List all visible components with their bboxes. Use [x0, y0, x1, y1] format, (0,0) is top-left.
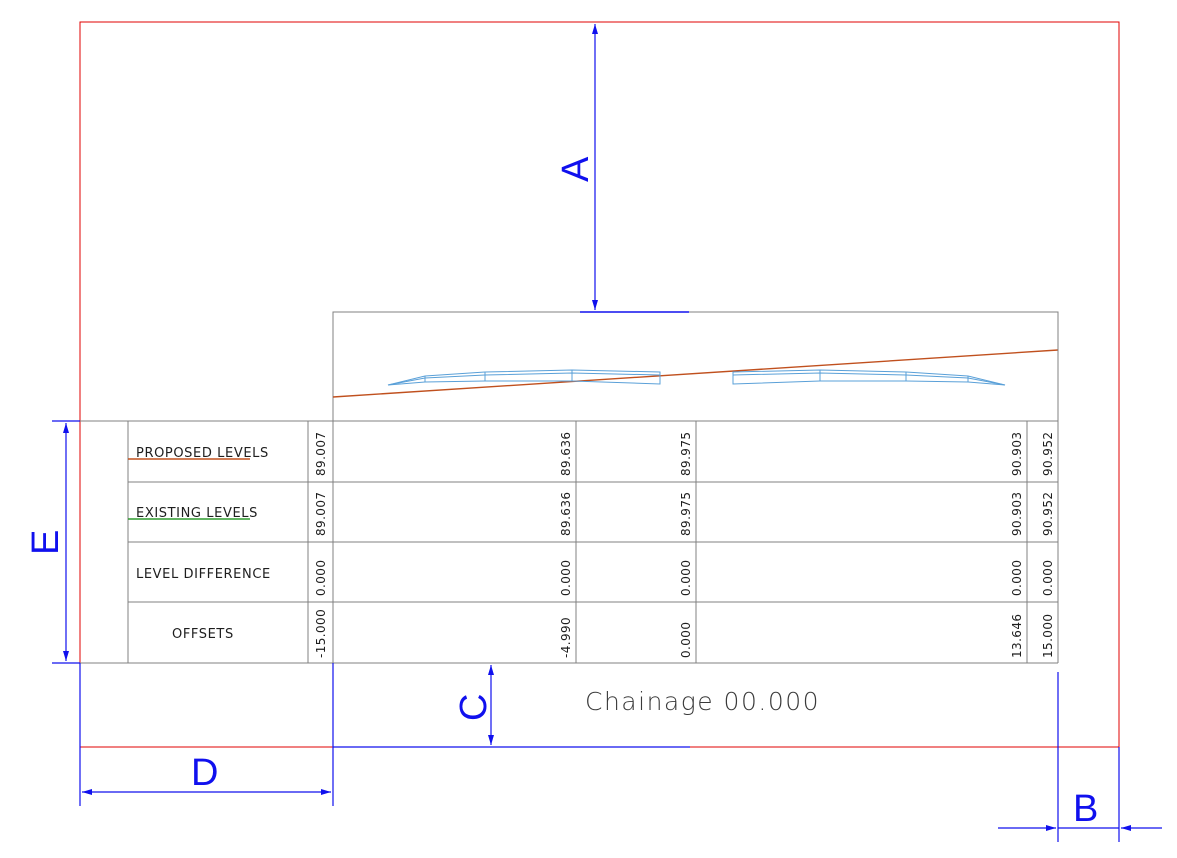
- table-cell-existing: 90.903: [1010, 492, 1024, 536]
- table-cell-offset: -15.000: [314, 609, 328, 658]
- dimension-lines: [52, 24, 1162, 842]
- table-cell-difference: 0.000: [1010, 560, 1024, 596]
- dimension-a-label: A: [555, 156, 597, 182]
- row-label-level-difference: LEVEL DIFFERENCE: [136, 567, 271, 582]
- section-frame: [332, 311, 1059, 422]
- table-cell-proposed: 89.007: [314, 432, 328, 476]
- row-label-offsets: OFFSETS: [172, 627, 234, 642]
- road-section-left: [387, 369, 661, 386]
- road-section-right: [732, 369, 1006, 386]
- table-cell-proposed: 90.903: [1010, 432, 1024, 476]
- sheet-border: [79, 21, 1120, 748]
- data-table-grid: [80, 312, 1059, 664]
- table-cell-offset: -4.990: [559, 617, 573, 658]
- table-cell-proposed: 89.975: [679, 432, 693, 476]
- table-cell-existing: 90.952: [1041, 492, 1055, 536]
- table-cell-difference: 0.000: [314, 560, 328, 596]
- table-cell-existing: 89.975: [679, 492, 693, 536]
- table-cell-difference: 0.000: [1041, 560, 1055, 596]
- dimension-b-label: B: [1073, 788, 1098, 830]
- dimension-e-label: E: [25, 530, 67, 555]
- table-cell-offset: 15.000: [1041, 614, 1055, 658]
- table-cell-proposed: 89.636: [559, 432, 573, 476]
- table-cell-difference: 0.000: [559, 560, 573, 596]
- dimension-c-label: C: [453, 694, 495, 721]
- table-cell-difference: 0.000: [679, 560, 693, 596]
- dimension-d-label: D: [191, 752, 218, 794]
- chainage-label: Chainage 00.000: [585, 687, 820, 716]
- table-cell-existing: 89.636: [559, 492, 573, 536]
- table-cell-offset: 0.000: [679, 622, 693, 658]
- table-cell-existing: 89.007: [314, 492, 328, 536]
- proposed-level-line: [332, 349, 1059, 398]
- table-cell-offset: 13.646: [1010, 614, 1024, 658]
- table-cell-proposed: 90.952: [1041, 432, 1055, 476]
- table-values: 89.007 89.007 0.000 -15.000 89.636 89.636 0.00…: [314, 432, 1055, 658]
